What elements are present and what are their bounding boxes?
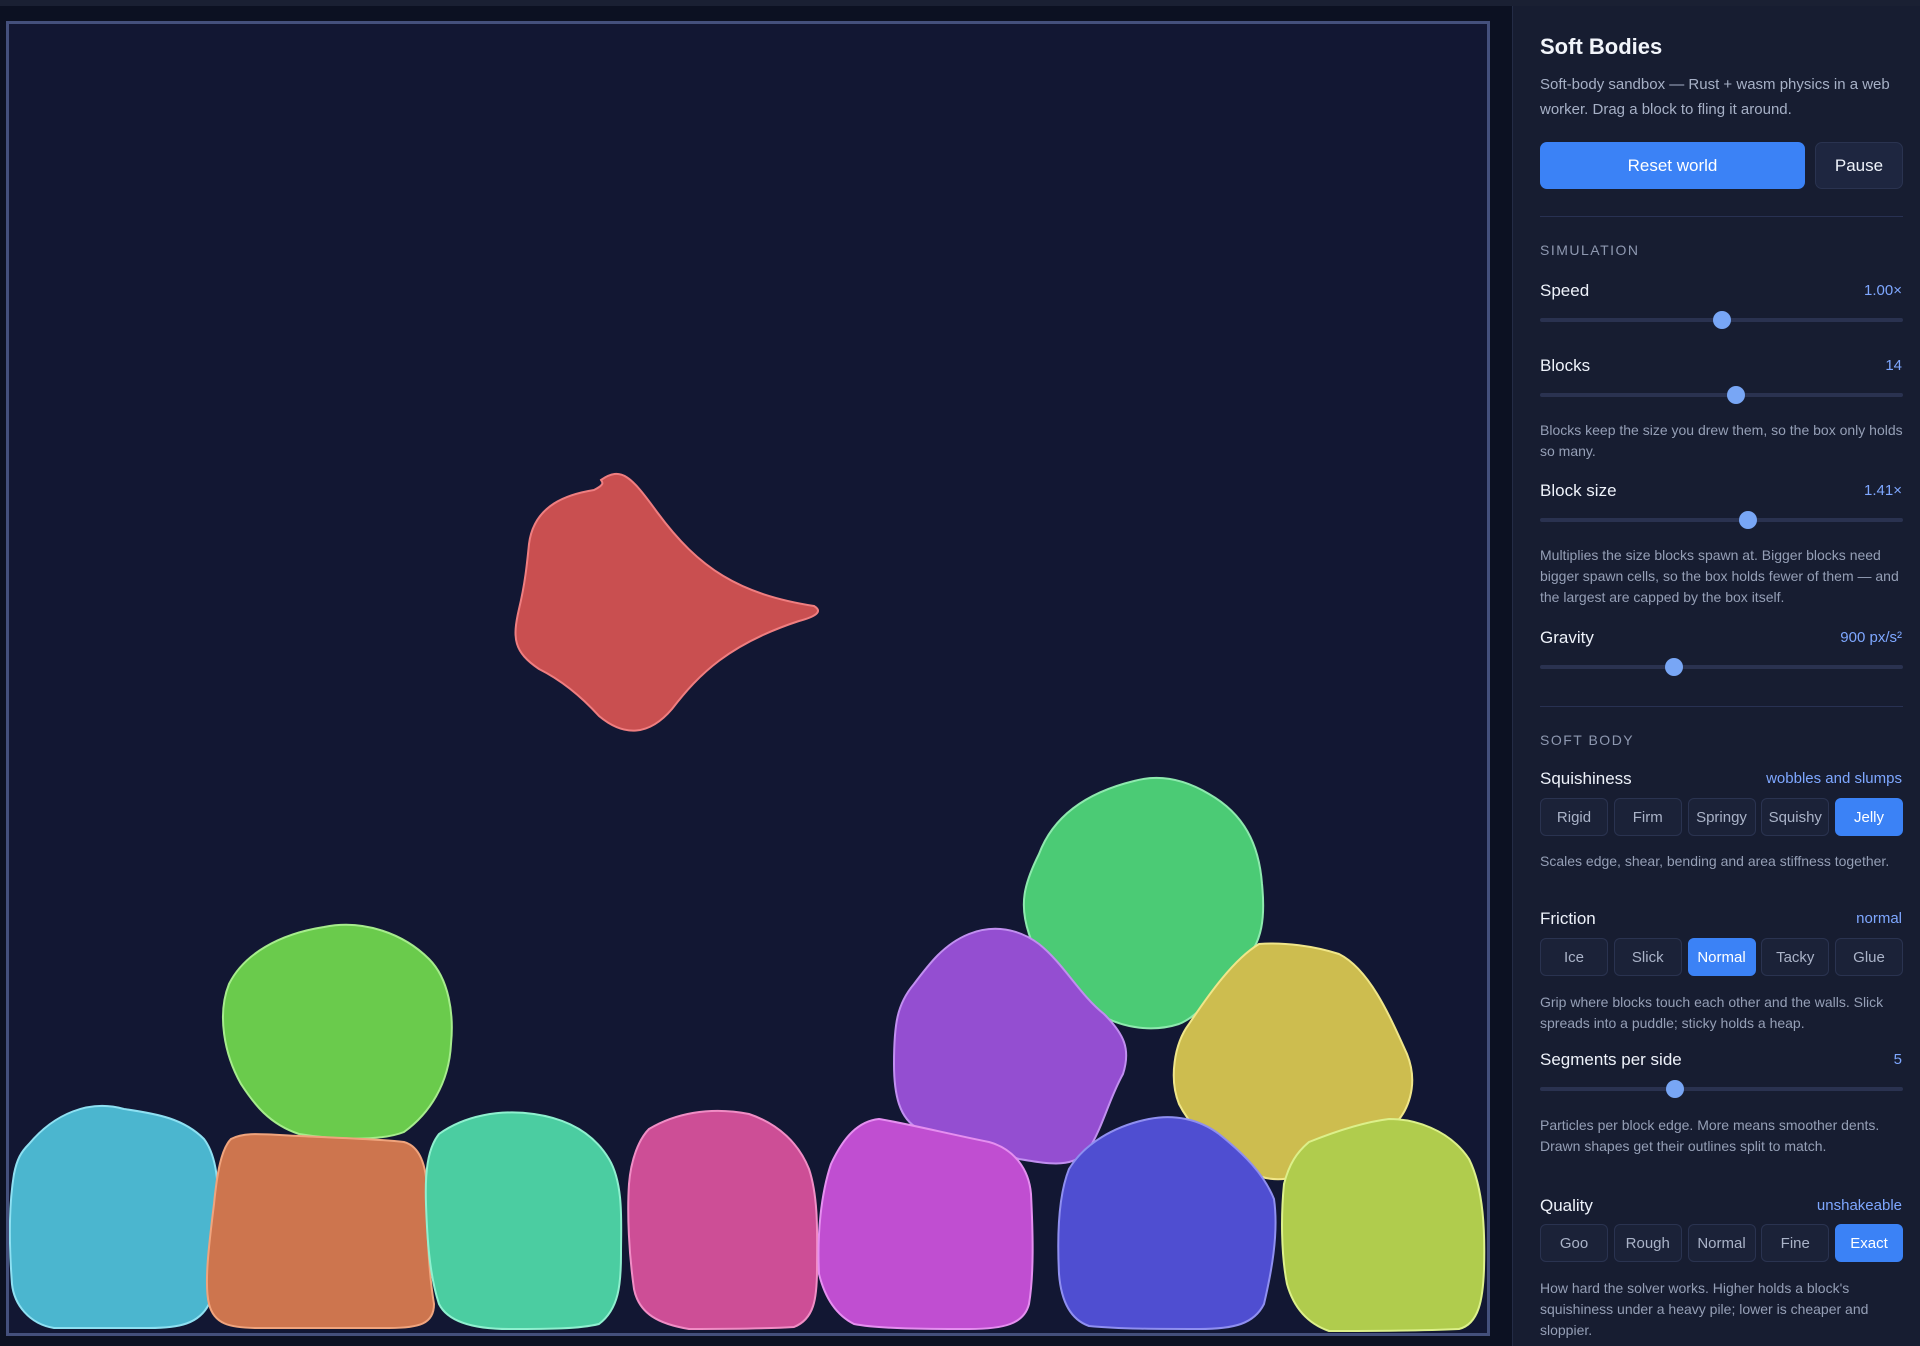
soft-body-heading: SOFT BODY <box>1540 732 1635 748</box>
block-size-help: Multiplies the size blocks spawn at. Big… <box>1540 547 1899 605</box>
speed-label: Speed <box>1540 281 1590 300</box>
block-magenta[interactable] <box>817 1117 1034 1331</box>
divider <box>1540 216 1903 217</box>
blocks-value: 14 <box>1885 357 1902 374</box>
quality-selector: Goo Rough Normal Fine Exact <box>1540 1224 1903 1262</box>
quality-option-rough[interactable]: Rough <box>1613 1224 1682 1262</box>
friction-help: Grip where blocks touch each other and t… <box>1540 994 1884 1031</box>
speed-value: 1.00× <box>1864 282 1902 299</box>
block-lime-green[interactable] <box>222 923 453 1140</box>
block-size-slider[interactable] <box>1540 511 1903 529</box>
block-pink[interactable] <box>627 1109 819 1331</box>
blocks-slider[interactable] <box>1540 386 1903 404</box>
pause-button[interactable]: Pause <box>1815 142 1903 189</box>
quality-value: unshakeable <box>1816 1197 1902 1214</box>
quality-option-fine[interactable]: Fine <box>1761 1224 1830 1262</box>
segments-label: Segments per side <box>1540 1050 1682 1069</box>
block-orange[interactable] <box>205 1133 436 1330</box>
blocks-label: Blocks <box>1540 356 1591 375</box>
quality-option-normal[interactable]: Normal <box>1687 1224 1756 1262</box>
divider <box>1540 706 1903 707</box>
gravity-slider[interactable] <box>1540 658 1903 676</box>
friction-option-slick[interactable]: Slick <box>1613 938 1682 976</box>
blocks-slider-thumb[interactable] <box>1727 386 1745 404</box>
squishiness-label: Squishiness <box>1540 769 1632 788</box>
gravity-label: Gravity <box>1540 628 1594 647</box>
quality-help: How hard the solver works. Higher holds … <box>1540 1280 1869 1338</box>
quality-option-goo[interactable]: Goo <box>1540 1224 1608 1262</box>
block-cyan[interactable] <box>9 1104 219 1330</box>
speed-slider-thumb[interactable] <box>1713 311 1731 329</box>
settings-panel: Soft Bodies Soft-body sandbox — Rust + w… <box>1512 6 1920 1346</box>
squishiness-help: Scales edge, shear, bending and area sti… <box>1540 853 1890 869</box>
segments-help: Particles per block edge. More means smo… <box>1540 1117 1880 1154</box>
friction-option-normal[interactable]: Normal <box>1687 938 1756 976</box>
blocks-help: Blocks keep the size you drew them, so t… <box>1540 422 1903 459</box>
block-yellow-green[interactable] <box>1281 1117 1486 1333</box>
block-size-value: 1.41× <box>1864 482 1902 499</box>
speed-slider[interactable] <box>1540 311 1903 329</box>
segments-value: 5 <box>1893 1051 1902 1068</box>
squishiness-option-rigid[interactable]: Rigid <box>1540 798 1608 836</box>
friction-value: normal <box>1856 910 1902 927</box>
friction-option-ice[interactable]: Ice <box>1540 938 1608 976</box>
blocks-layer[interactable] <box>9 24 1487 1333</box>
squishiness-option-squishy[interactable]: Squishy <box>1761 798 1830 836</box>
block-size-label: Block size <box>1540 481 1617 500</box>
squishiness-value: wobbles and slumps <box>1766 770 1902 787</box>
squishiness-option-firm[interactable]: Firm <box>1613 798 1682 836</box>
block-size-slider-thumb[interactable] <box>1739 511 1757 529</box>
quality-label: Quality <box>1540 1196 1593 1215</box>
quality-option-exact[interactable]: Exact <box>1835 1224 1903 1262</box>
squishiness-option-jelly[interactable]: Jelly <box>1835 798 1903 836</box>
gravity-slider-thumb[interactable] <box>1665 658 1683 676</box>
gravity-value: 900 px/s² <box>1840 629 1902 646</box>
segments-slider[interactable] <box>1540 1080 1903 1098</box>
reset-world-button[interactable]: Reset world <box>1540 142 1805 189</box>
friction-option-glue[interactable]: Glue <box>1835 938 1903 976</box>
simulation-heading: SIMULATION <box>1540 242 1640 258</box>
squishiness-option-springy[interactable]: Springy <box>1687 798 1756 836</box>
physics-canvas[interactable] <box>6 21 1490 1336</box>
block-teal[interactable] <box>424 1111 623 1331</box>
friction-label: Friction <box>1540 909 1596 928</box>
friction-option-tacky[interactable]: Tacky <box>1761 938 1830 976</box>
squishiness-selector: Rigid Firm Springy Squishy Jelly <box>1540 798 1903 836</box>
friction-selector: Ice Slick Normal Tacky Glue <box>1540 938 1903 976</box>
block-red[interactable] <box>514 472 819 732</box>
panel-description: Soft-body sandbox — Rust + wasm physics … <box>1540 76 1890 118</box>
segments-slider-thumb[interactable] <box>1666 1080 1684 1098</box>
panel-title: Soft Bodies <box>1540 34 1663 59</box>
